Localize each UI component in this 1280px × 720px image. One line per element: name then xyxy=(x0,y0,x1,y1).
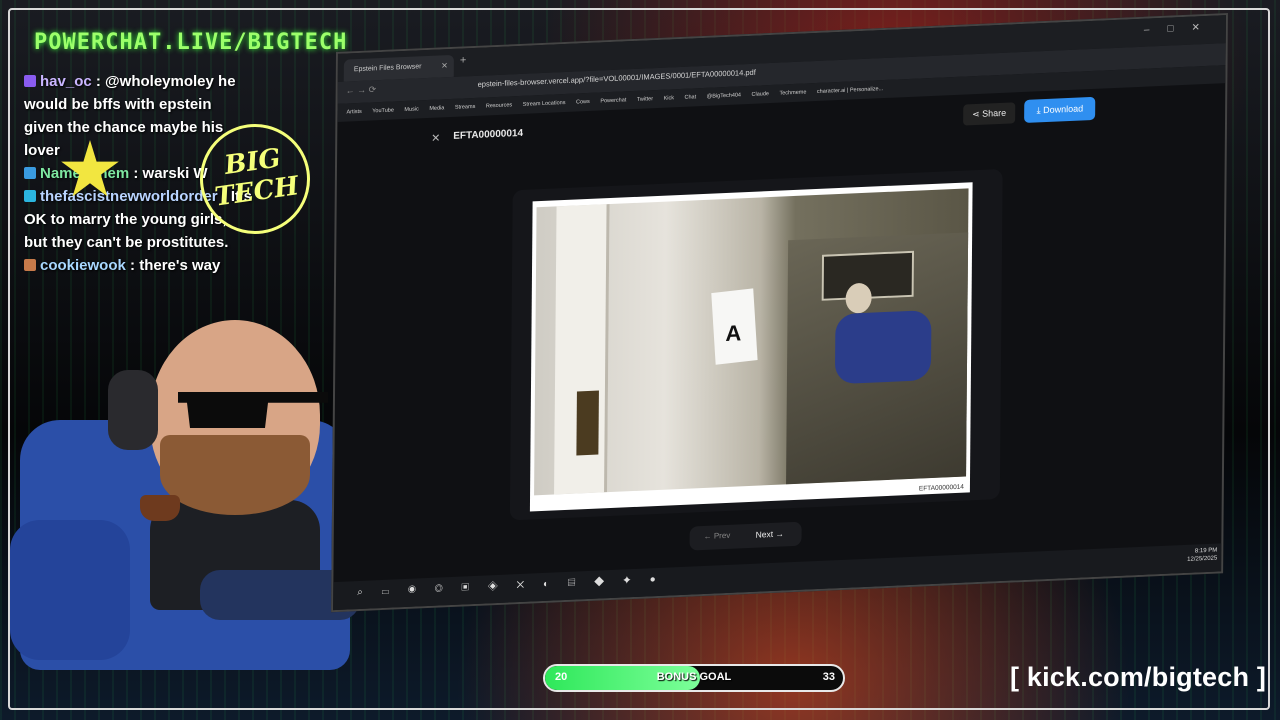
prev-button[interactable]: ← Prev xyxy=(704,531,731,541)
armchair-arm xyxy=(10,520,130,660)
share-icon: ⋖ xyxy=(972,108,983,120)
badge-icon xyxy=(24,259,36,271)
arrow-left-icon: ← xyxy=(703,531,714,541)
letter-a: A xyxy=(725,320,742,347)
bookmark-item[interactable]: Resources xyxy=(486,96,512,115)
bookmark-item[interactable]: Claude xyxy=(751,85,769,104)
painting-figure xyxy=(834,309,932,385)
close-icon[interactable]: ✕ xyxy=(431,131,440,144)
share-label: Share xyxy=(982,107,1007,119)
hinge xyxy=(576,390,599,456)
pdf-page: A EFTA00000014 xyxy=(529,182,973,512)
tab-title: Epstein Files Browser xyxy=(353,63,422,74)
chat-username: hav_oc xyxy=(40,73,92,90)
bookmark-item[interactable]: Music xyxy=(404,100,419,119)
pipe-icon xyxy=(140,495,180,521)
kick-link: [ kick.com/bigtech ] xyxy=(1010,662,1267,692)
page-identifier: EFTA00000014 xyxy=(918,483,964,493)
badge-icon xyxy=(24,167,36,179)
system-clock[interactable]: 8:19 PM 12/25/2025 xyxy=(1187,547,1217,564)
document-title: EFTA00000014 xyxy=(453,127,524,142)
taskbar-icons[interactable]: ⌕ ▭ ◉ ◎ ▣ ◈ ✕ ◐ ▤ ◆ ✦ ● xyxy=(357,574,664,598)
bonus-goal-bar: 20 BONUS GOAL 33 xyxy=(543,664,845,692)
clock-date: 12/25/2025 xyxy=(1187,555,1218,563)
badge-icon xyxy=(24,190,36,202)
bookmark-item[interactable]: Artists xyxy=(346,103,361,122)
goal-label: BONUS GOAL xyxy=(656,671,732,683)
chat-text: : warski W xyxy=(133,165,208,182)
chat-message: cookiewook : there's way xyxy=(24,254,254,277)
chat-username: cookiewook xyxy=(40,257,126,274)
goal-end-value: 33 xyxy=(822,671,835,683)
brand-title: POWERCHAT.LIVE/BIGTECH xyxy=(34,30,348,55)
pagination: ← Prev Next → xyxy=(689,521,802,551)
new-tab-icon[interactable]: + xyxy=(460,54,467,66)
bookmark-item[interactable]: Powerchat xyxy=(600,91,626,110)
bookmark-item[interactable]: Streams xyxy=(455,98,476,117)
share-button[interactable]: ⋖ Share xyxy=(963,102,1016,126)
bookmark-item[interactable]: Kick xyxy=(664,89,675,107)
scanned-photo: A xyxy=(534,188,969,496)
next-button[interactable]: Next → xyxy=(756,528,784,539)
bookmark-item[interactable]: Media xyxy=(429,99,444,118)
chat-username: thefascistnewworldorder xyxy=(40,188,218,205)
arrow-right-icon: → xyxy=(773,528,785,539)
download-button[interactable]: ⤓ Download xyxy=(1024,96,1096,123)
bookmark-item[interactable]: @BigTech404 xyxy=(707,86,741,106)
bookmark-item[interactable]: Techmeme xyxy=(779,83,806,102)
bookmark-item[interactable]: Cows xyxy=(576,93,590,112)
bookmark-item[interactable]: Stream Locations xyxy=(523,94,566,114)
window-controls[interactable]: –□✕ xyxy=(1144,21,1218,35)
badge-icon xyxy=(24,75,36,87)
mascot-beard xyxy=(160,435,310,515)
document-viewer: A EFTA00000014 xyxy=(509,168,1003,521)
headphones-icon xyxy=(108,370,158,450)
bookmark-item[interactable]: Chat xyxy=(684,88,696,107)
close-tab-icon[interactable]: ✕ xyxy=(441,55,448,77)
bookmark-item[interactable]: Twitter xyxy=(637,90,653,109)
prev-label: Prev xyxy=(713,530,731,541)
browser-window: Epstein Files Browser ✕ + –□✕ ← → ⟳ epste… xyxy=(331,13,1228,613)
nav-back-icon[interactable]: ← → ⟳ xyxy=(346,84,377,96)
bookmark-item[interactable]: YouTube xyxy=(372,101,394,120)
next-label: Next xyxy=(755,528,774,540)
chat-text: : there's way xyxy=(130,257,221,274)
download-label: Download xyxy=(1043,103,1084,116)
